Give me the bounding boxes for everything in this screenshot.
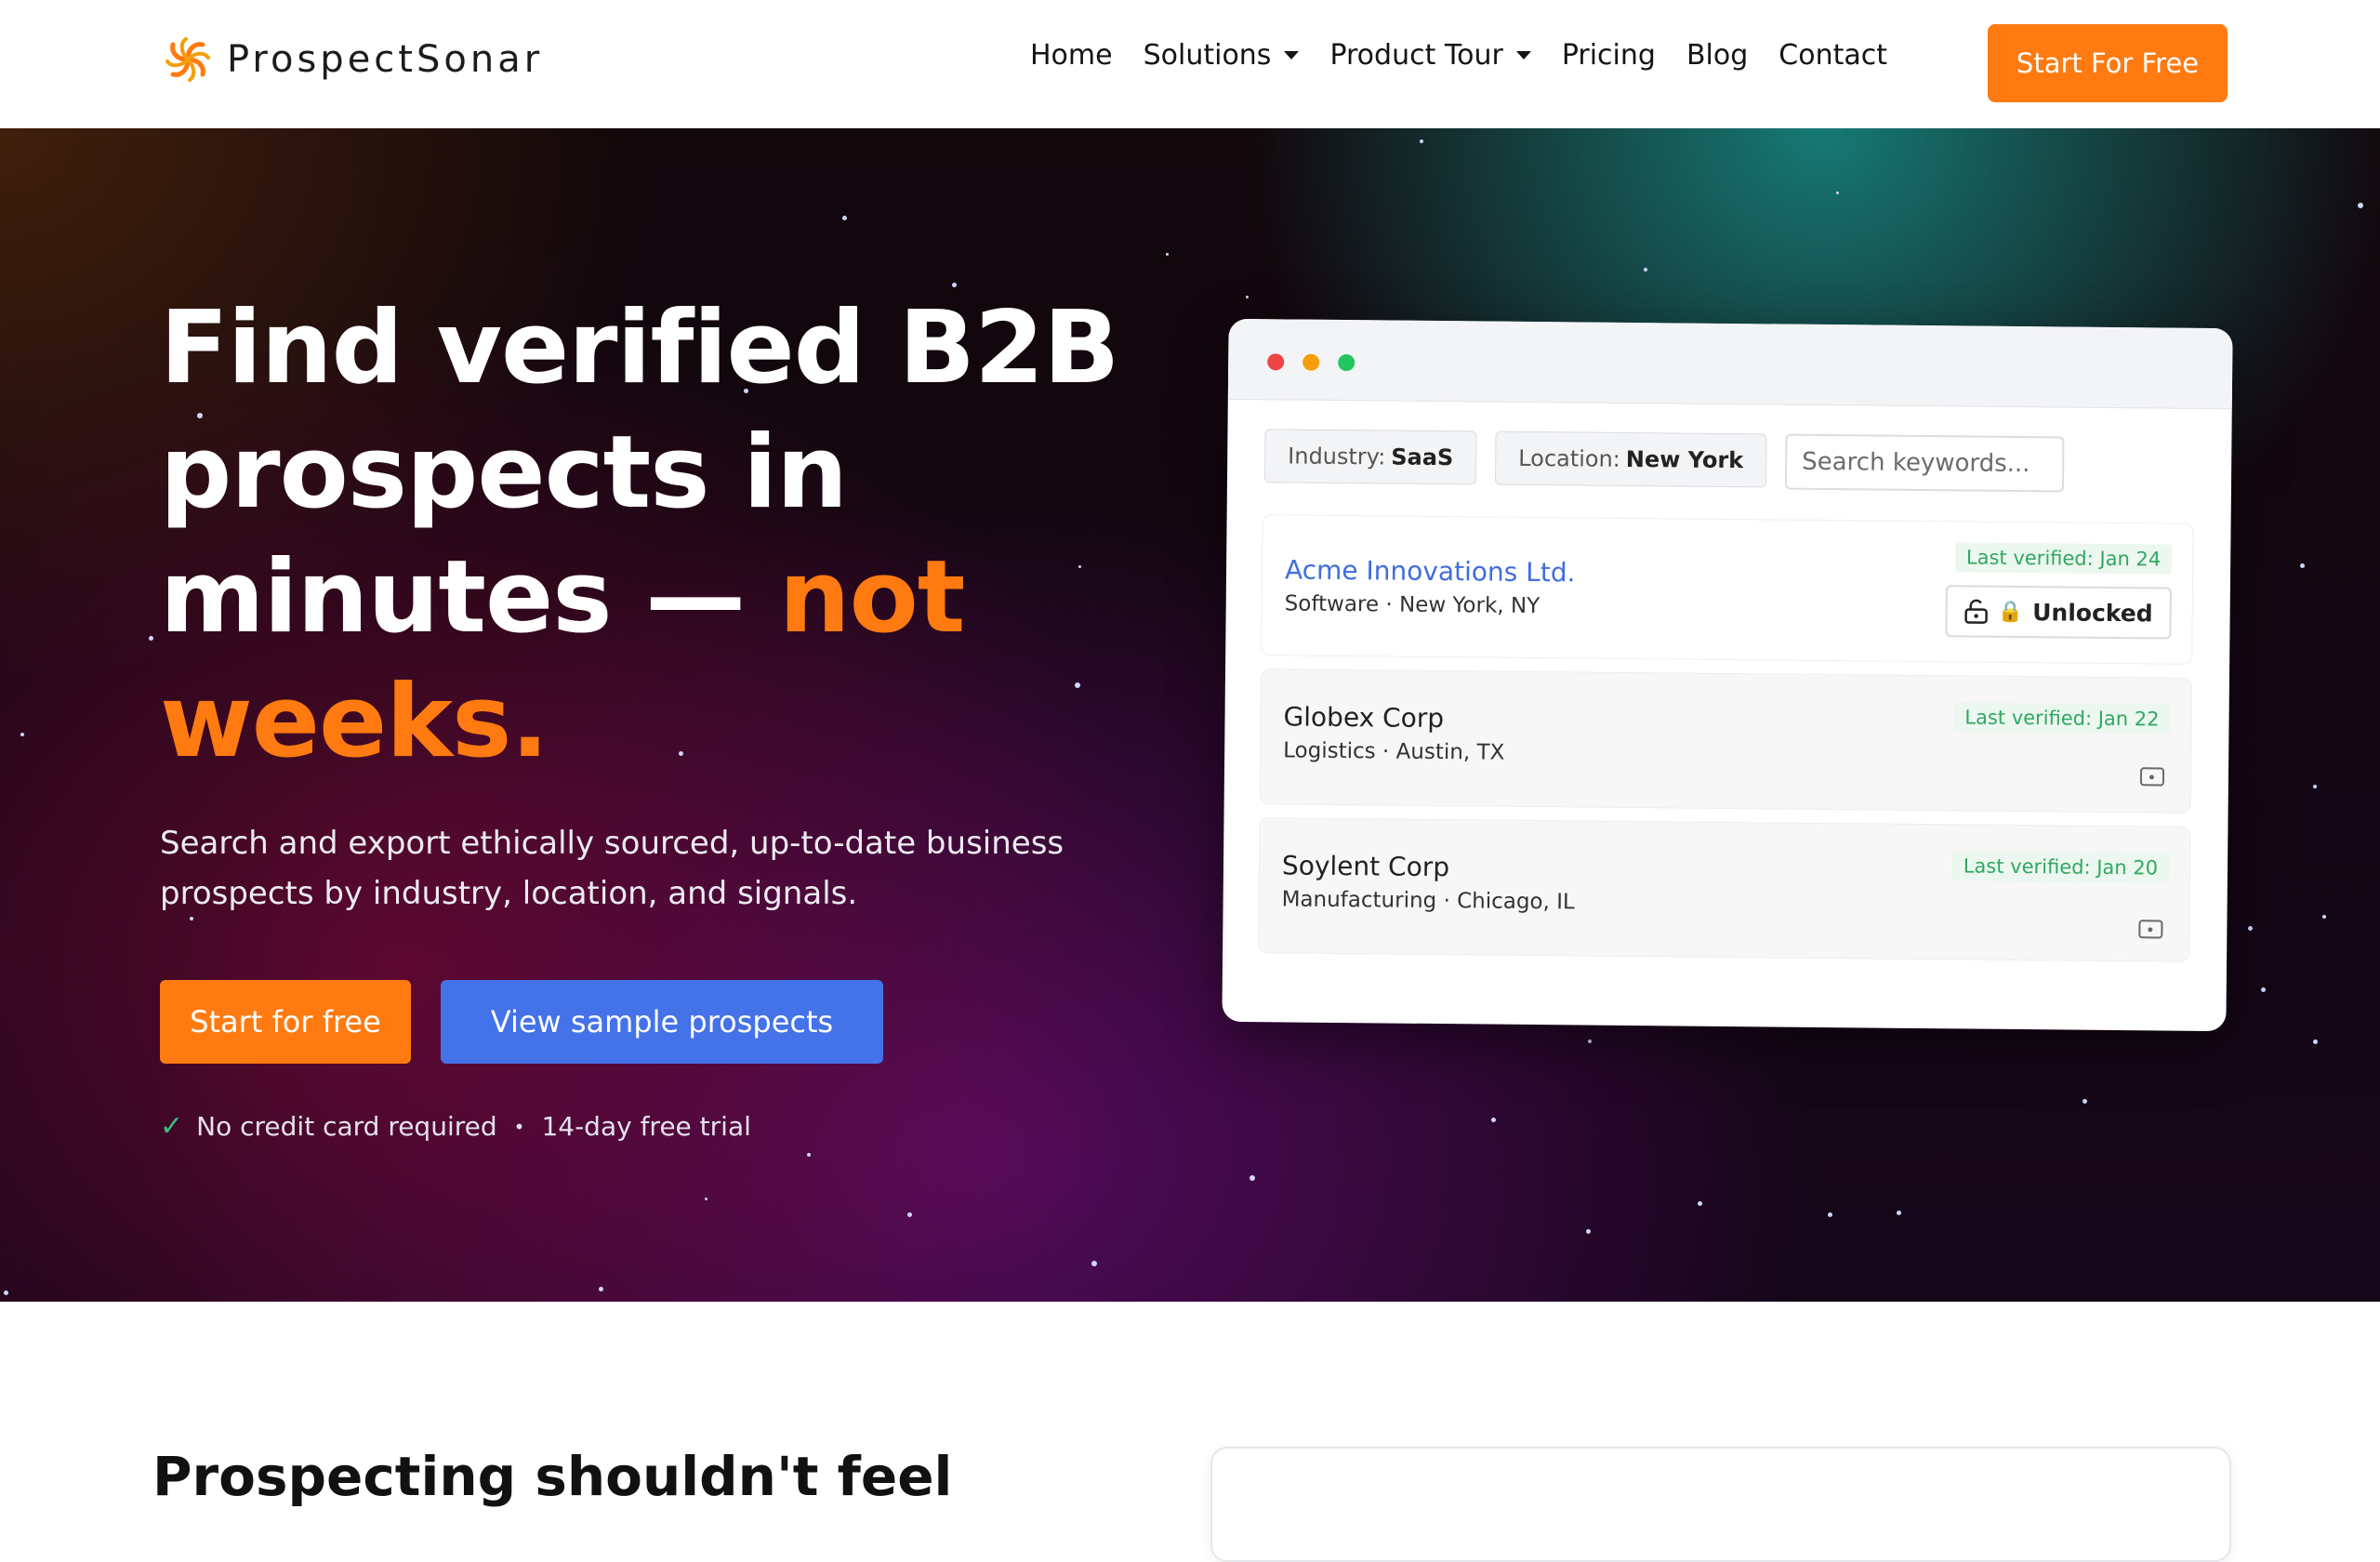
hero-section: Find verified B2B prospects in minutes —… — [0, 128, 2380, 1302]
nav-product-tour-dropdown[interactable]: Product Tour — [1329, 39, 1531, 72]
star — [1698, 1201, 1702, 1206]
no-credit-card-text: No credit card required — [196, 1111, 497, 1142]
start-for-free-button[interactable]: Start for free — [160, 980, 411, 1064]
star — [1166, 253, 1169, 256]
nav-product-tour-label: Product Tour — [1329, 39, 1503, 72]
star — [4, 1291, 8, 1295]
separator-dot: • — [513, 1115, 525, 1138]
nav-blog-label: Blog — [1686, 39, 1749, 72]
checkmark-icon: ✓ — [160, 1110, 184, 1143]
prospect-meta: Software · New York, NY — [1284, 591, 1540, 619]
star — [2261, 987, 2266, 992]
star — [2082, 1099, 2087, 1104]
nav-contact-link[interactable]: Contact — [1778, 39, 1887, 72]
prospect-row[interactable]: Globex Corp Logistics · Austin, TX Last … — [1259, 668, 2192, 814]
star — [2300, 563, 2305, 568]
feature-preview-card — [1210, 1447, 2231, 1562]
star — [1644, 268, 1647, 271]
locked-contact-icon[interactable] — [2139, 767, 2165, 787]
star — [1588, 1039, 1592, 1043]
prospect-meta: Logistics · Austin, TX — [1283, 738, 1505, 765]
prospect-name: Soylent Corp — [1281, 850, 1450, 883]
star — [1586, 1229, 1591, 1234]
brand-logo[interactable]: ProspectSonar — [160, 32, 543, 87]
star — [2248, 926, 2253, 931]
window-close-dot — [1267, 353, 1285, 371]
main-menu: Home Solutions Product Tour Pricing Blog… — [1030, 39, 1887, 72]
window-maximize-dot — [1338, 353, 1355, 372]
chevron-down-icon — [1515, 51, 1531, 60]
location-filter-chip[interactable]: Location: New York — [1494, 430, 1767, 488]
trust-signals: ✓ No credit card required • 14-day free … — [160, 1110, 751, 1143]
star — [20, 733, 24, 736]
star — [2358, 203, 2363, 208]
prospect-row[interactable]: Acme Innovations Ltd. Software · New Yor… — [1261, 514, 2194, 665]
start-for-free-nav-button[interactable]: Start For Free — [1988, 24, 2228, 102]
last-verified-badge: Last verified: Jan 22 — [1953, 702, 2171, 735]
window-minimize-dot — [1302, 353, 1320, 371]
star — [149, 636, 153, 641]
chevron-down-icon — [1284, 51, 1300, 60]
locked-contact-icon[interactable] — [2138, 920, 2163, 939]
filter-bar: Industry: SaaS Location: New York — [1263, 429, 2065, 493]
nav-blog-link[interactable]: Blog — [1686, 39, 1748, 72]
star — [907, 1212, 912, 1217]
nav-solutions-label: Solutions — [1143, 39, 1272, 72]
star — [599, 1287, 603, 1291]
nav-pricing-label: Pricing — [1561, 39, 1656, 72]
prospect-name-link[interactable]: Acme Innovations Ltd. — [1285, 554, 1576, 588]
window-title-bar — [1227, 318, 2233, 410]
nav-home-link[interactable]: Home — [1030, 39, 1113, 72]
prospect-row[interactable]: Soylent Corp Manufacturing · Chicago, IL… — [1258, 817, 2191, 962]
industry-filter-value: SaaS — [1391, 443, 1454, 471]
keyword-search-input[interactable] — [1784, 433, 2065, 493]
hero-subheading: Search and export ethically sourced, up-… — [160, 825, 1064, 912]
free-trial-text: 14-day free trial — [541, 1111, 751, 1142]
view-sample-prospects-button[interactable]: View sample prospects — [441, 980, 883, 1064]
industry-filter-label: Industry: — [1288, 443, 1386, 470]
star — [1250, 1175, 1255, 1181]
last-verified-badge: Last verified: Jan 20 — [1951, 851, 2170, 883]
location-filter-value: New York — [1625, 445, 1744, 474]
industry-filter-chip[interactable]: Industry: SaaS — [1263, 429, 1477, 485]
star — [807, 1153, 811, 1157]
star — [2313, 785, 2317, 788]
hero-headline: Find verified B2B prospects in minutes —… — [160, 286, 1276, 785]
last-verified-badge: Last verified: Jan 24 — [1954, 542, 2173, 575]
top-navigation: ProspectSonar Home Solutions Product Tou… — [0, 0, 2380, 129]
star — [1420, 139, 1423, 143]
sonar-logo-icon — [165, 37, 210, 82]
star — [1091, 1261, 1097, 1266]
star — [1897, 1211, 1901, 1215]
star — [842, 216, 847, 220]
nav-home-label: Home — [1030, 39, 1113, 72]
unlock-icon — [1964, 599, 1989, 624]
product-mockup-window: Industry:SaaS Location:New York Acme Inn… — [1222, 318, 2233, 1032]
hero-headline-text: Find verified B2B prospects in minutes — — [160, 290, 1119, 655]
star — [1828, 1212, 1832, 1217]
brand-name: ProspectSonar — [227, 38, 544, 81]
nav-solutions-dropdown[interactable]: Solutions — [1144, 39, 1300, 72]
unlocked-button[interactable]: 🔒 Unlocked — [1945, 585, 2172, 640]
location-filter-label: Location: — [1518, 444, 1620, 472]
section-heading: Prospecting shouldn't feel — [152, 1445, 953, 1508]
prospect-meta: Manufacturing · Chicago, IL — [1281, 887, 1575, 915]
star — [1491, 1118, 1496, 1122]
nav-pricing-link[interactable]: Pricing — [1562, 39, 1656, 72]
star — [2322, 915, 2326, 919]
lock-emoji-icon: 🔒 — [1997, 600, 2024, 624]
nav-contact-label: Contact — [1778, 39, 1887, 72]
star — [2313, 1039, 2318, 1044]
star — [1836, 192, 1839, 194]
star — [705, 1198, 707, 1200]
unlocked-label: Unlocked — [2032, 598, 2153, 627]
prospect-name: Globex Corp — [1283, 701, 1445, 735]
